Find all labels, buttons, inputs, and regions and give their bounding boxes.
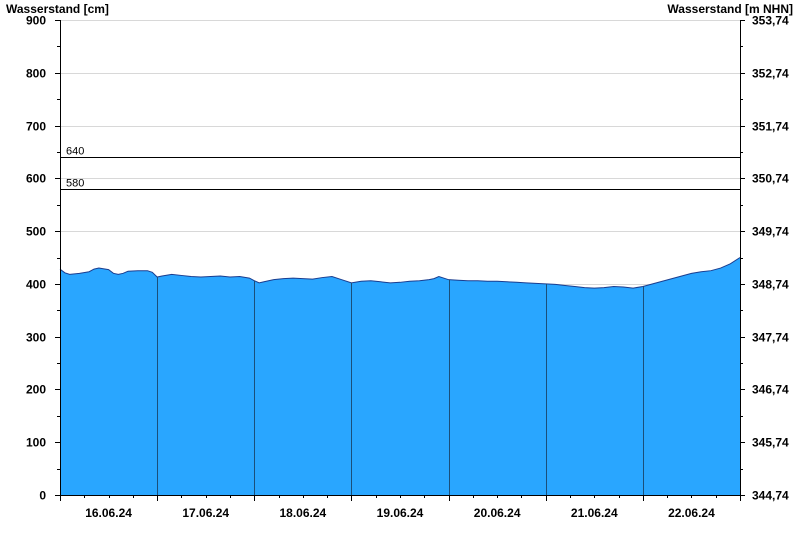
y-left-tick-label-7: 700: [26, 120, 46, 134]
x-tick-label-5: 21.06.24: [571, 506, 618, 520]
y-left-tick-label-1: 100: [26, 436, 46, 450]
y-left-tick-label-8: 800: [26, 67, 46, 81]
x-tick-label-6: 22.06.24: [668, 506, 715, 520]
threshold-lines: 640 580: [60, 146, 740, 190]
x-tick-labels: 16.06.24 17.06.24 18.06.24 19.06.24 20.06.24…: [85, 506, 715, 520]
water-level-chart: Wasserstand [cm] Wasserstand [m NHN] 640…: [6, 2, 793, 520]
y-left-tick-label-6: 600: [26, 172, 46, 186]
y-right-tick-label-3: 347,74: [752, 331, 789, 345]
threshold-label-640: 640: [66, 146, 84, 158]
y-left-tick-label-0: 0: [39, 489, 46, 503]
x-tick-label-2: 18.06.24: [279, 506, 326, 520]
x-tick-label-3: 19.06.24: [377, 506, 424, 520]
y-right-tick-label-5: 349,74: [752, 225, 789, 239]
y-right-tick-label-8: 352,74: [752, 67, 789, 81]
x-tick-label-0: 16.06.24: [85, 506, 132, 520]
y-right-tick-label-0: 344,74: [752, 489, 789, 503]
x-tick-label-1: 17.06.24: [182, 506, 229, 520]
y-left-axis-title: Wasserstand [cm]: [6, 2, 109, 16]
y-right-tick-label-9: 353,74: [752, 14, 789, 28]
y-right-tick-label-7: 351,74: [752, 120, 789, 134]
threshold-label-580: 580: [66, 178, 84, 190]
y-right-tick-label-1: 345,74: [752, 436, 789, 450]
water-level-area: [59, 257, 741, 495]
y-left-tick-label-3: 300: [26, 331, 46, 345]
y-left-tick-label-5: 500: [26, 225, 46, 239]
y-left-tick-labels: 0 100 200 300 400 500 600 700 800 900: [26, 14, 46, 503]
y-left-tick-label-2: 200: [26, 383, 46, 397]
y-left-tick-label-9: 900: [26, 14, 46, 28]
y-right-tick-label-2: 346,74: [752, 383, 789, 397]
y-right-tick-label-4: 348,74: [752, 278, 789, 292]
y-right-tick-label-6: 350,74: [752, 172, 789, 186]
x-tick-label-4: 20.06.24: [474, 506, 521, 520]
y-left-tick-label-4: 400: [26, 278, 46, 292]
y-right-tick-labels: 344,74 345,74 346,74 347,74 348,74 349,74 350,…: [752, 14, 789, 503]
area-fill: [60, 257, 740, 495]
